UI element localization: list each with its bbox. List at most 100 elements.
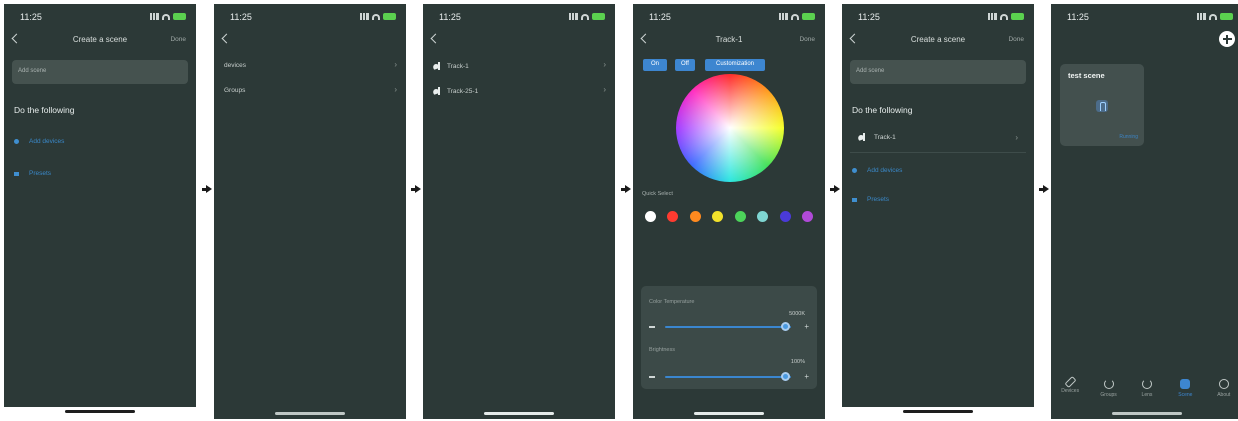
- nav-bar: Create a scene Done: [842, 32, 1034, 50]
- battery-icon: [592, 13, 605, 20]
- color-swatch[interactable]: [779, 211, 791, 222]
- status-time: 11:25: [439, 12, 461, 22]
- color-wheel[interactable]: [676, 74, 784, 182]
- chevron-right-icon: ›: [603, 60, 606, 69]
- nav-bar: Create a scene Done: [4, 32, 196, 50]
- flow-arrow-icon: [202, 185, 212, 193]
- list-item-groups[interactable]: Groups ›: [214, 79, 406, 103]
- status-time: 11:25: [1067, 12, 1089, 22]
- status-bar: 11:25: [842, 10, 1034, 24]
- adjust-panel: Color Temperature 5000K + Brightness 100…: [641, 286, 817, 389]
- screen-scenes-home: 11:25 test scene Running Devices Groups …: [1051, 4, 1238, 419]
- section-heading: Do the following: [852, 105, 913, 115]
- track-light-icon: [858, 133, 866, 142]
- done-button[interactable]: Done: [799, 36, 815, 43]
- minus-icon[interactable]: [649, 326, 655, 328]
- battery-icon: [1220, 13, 1233, 20]
- battery-icon: [173, 13, 186, 20]
- nav-bar: [423, 32, 615, 50]
- nav-bar: Track-1 Done: [633, 32, 825, 50]
- home-indicator: [65, 410, 135, 413]
- page-title: Track-1: [715, 35, 743, 44]
- wifi-icon: [791, 13, 799, 20]
- flow-arrow-icon: [411, 185, 421, 193]
- list-item-devices[interactable]: devices ›: [214, 54, 406, 78]
- mode-customization-button[interactable]: Customization: [705, 59, 765, 71]
- color-swatch[interactable]: [734, 211, 746, 222]
- screen-add-source: 11:25 devices › Groups ›: [214, 4, 406, 419]
- signal-icon: [1197, 13, 1206, 20]
- back-chevron-icon[interactable]: [221, 33, 232, 44]
- scene-lamp-icon: [1096, 100, 1108, 112]
- status-time: 11:25: [20, 12, 42, 22]
- add-scene-plus-icon[interactable]: [1219, 31, 1235, 47]
- nav-bar: [214, 32, 406, 50]
- screen-scene-with-device: 11:25 Create a scene Done Add scene Do t…: [842, 4, 1034, 419]
- signal-icon: [569, 13, 578, 20]
- scene-name-input[interactable]: Add scene: [850, 60, 1026, 84]
- done-button[interactable]: Done: [170, 36, 186, 43]
- done-button[interactable]: Done: [1008, 36, 1024, 43]
- home-indicator: [484, 412, 554, 415]
- flow-arrow-icon: [1039, 185, 1049, 193]
- about-icon: [1218, 379, 1229, 389]
- back-chevron-icon[interactable]: [430, 33, 441, 44]
- tab-groups[interactable]: Groups: [1093, 379, 1125, 398]
- add-devices-button[interactable]: Add devices: [852, 167, 902, 174]
- color-swatch[interactable]: [757, 211, 769, 222]
- scene-card-status: Running: [1119, 134, 1138, 140]
- color-swatch[interactable]: [712, 211, 724, 222]
- minus-icon[interactable]: [649, 376, 655, 378]
- color-swatch[interactable]: [689, 211, 701, 222]
- page-title: Create a scene: [910, 35, 966, 44]
- color-swatch[interactable]: [667, 211, 679, 222]
- status-time: 11:25: [649, 12, 671, 22]
- signal-icon: [988, 13, 997, 20]
- chevron-right-icon: ›: [1015, 133, 1018, 142]
- presets-button[interactable]: Presets: [14, 170, 51, 177]
- tab-bar: Devices Groups Lens Scene About: [1051, 373, 1238, 407]
- brightness-label: Brightness: [649, 347, 675, 353]
- slider-handle[interactable]: [780, 322, 790, 331]
- presets-icon: [852, 197, 857, 202]
- color-temp-label: Color Temperature: [649, 299, 695, 305]
- tab-devices[interactable]: Devices: [1054, 375, 1086, 394]
- plus-icon[interactable]: +: [804, 323, 809, 331]
- add-device-icon: [852, 168, 857, 173]
- slider-handle[interactable]: [780, 372, 790, 381]
- add-devices-button[interactable]: Add devices: [14, 138, 64, 145]
- page-title: Create a scene: [72, 35, 128, 44]
- list-item-device[interactable]: Track-25-1 ›: [423, 79, 615, 103]
- scene-card[interactable]: test scene Running: [1060, 64, 1144, 146]
- color-swatch[interactable]: [645, 211, 656, 222]
- scene-device-row[interactable]: Track-1 ›: [850, 125, 1026, 153]
- status-bar: 11:25: [214, 10, 406, 24]
- home-indicator: [275, 412, 345, 415]
- home-indicator: [1112, 412, 1182, 415]
- wifi-icon: [162, 13, 170, 20]
- wifi-icon: [1209, 13, 1217, 20]
- mode-off-button[interactable]: Off: [675, 59, 695, 71]
- scene-card-title: test scene: [1068, 71, 1105, 80]
- presets-icon: [14, 171, 19, 176]
- link-icon: [1064, 375, 1077, 389]
- screen-create-scene: 11:25 Create a scene Done Add scene Do t…: [4, 4, 196, 419]
- list-item-device[interactable]: Track-1 ›: [423, 54, 615, 78]
- home-indicator: [903, 410, 973, 413]
- tab-about[interactable]: About: [1208, 379, 1238, 398]
- brightness-slider[interactable]: [665, 376, 791, 378]
- plus-icon[interactable]: +: [804, 373, 809, 381]
- color-swatch[interactable]: [801, 211, 813, 222]
- add-device-icon: [14, 139, 19, 144]
- wifi-icon: [372, 13, 380, 20]
- presets-button[interactable]: Presets: [852, 196, 889, 203]
- home-indicator: [694, 412, 764, 415]
- mode-on-button[interactable]: On: [643, 59, 667, 71]
- color-temp-slider[interactable]: [665, 326, 791, 328]
- status-time: 11:25: [858, 12, 880, 22]
- swatch-row: [645, 211, 813, 222]
- chevron-right-icon: ›: [394, 85, 397, 94]
- scene-name-input[interactable]: Add scene: [12, 60, 188, 84]
- tab-scene[interactable]: Scene: [1169, 379, 1201, 398]
- tab-lens[interactable]: Lens: [1131, 379, 1163, 398]
